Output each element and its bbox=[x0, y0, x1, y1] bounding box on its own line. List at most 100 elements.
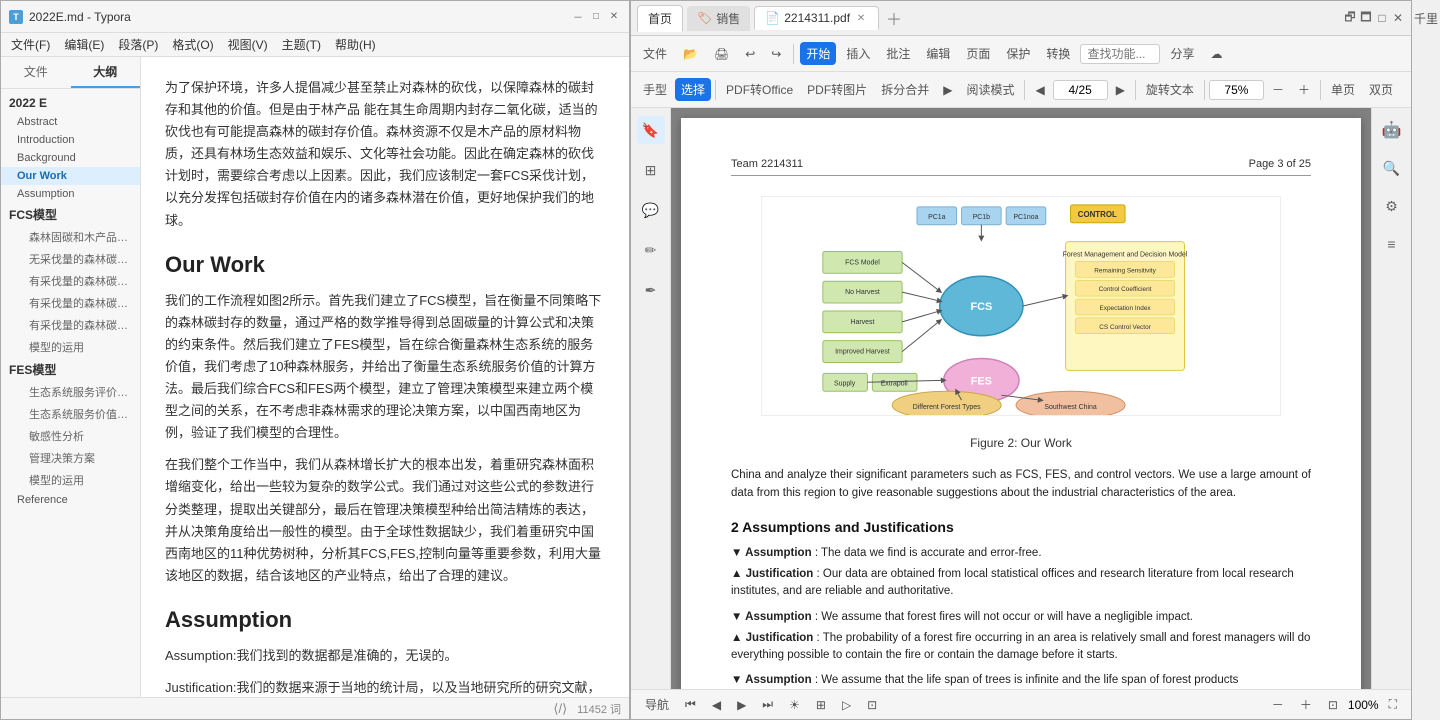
new-tab-button[interactable]: ＋ bbox=[883, 7, 905, 29]
toolbar-select[interactable]: 选择 bbox=[675, 78, 711, 101]
toolbar-prev-page[interactable]: ◀ bbox=[1029, 80, 1050, 100]
maximize-button[interactable]: □ bbox=[589, 10, 603, 24]
toolbar-start[interactable]: 开始 bbox=[800, 42, 836, 65]
view-icon3[interactable]: ▷ bbox=[836, 696, 857, 714]
sidebar-item-fcs-2[interactable]: 无采伐量的森林碳库计算 bbox=[1, 248, 140, 270]
toolbar-file[interactable]: 文件 bbox=[637, 42, 673, 65]
sidebar-item-abstract[interactable]: Abstract bbox=[1, 113, 140, 131]
sidebar-item-fcs[interactable]: FCS模型 bbox=[1, 203, 140, 226]
toolbar-pdf-image[interactable]: PDF转图片 bbox=[801, 78, 873, 101]
pdf-content[interactable]: Team 2214311 Page 3 of 25 PC1a PC1b PC1n… bbox=[671, 108, 1371, 689]
sidebar-tab-files[interactable]: 文件 bbox=[1, 57, 71, 88]
toolbar-rotate[interactable]: 旋转文本 bbox=[1140, 78, 1200, 101]
toolbar-comment[interactable]: 批注 bbox=[880, 42, 916, 65]
status-zoom-out[interactable]: － bbox=[1266, 694, 1290, 715]
sidebar-item-fcs-6[interactable]: 模型的运用 bbox=[1, 336, 140, 358]
sidebar-item-background[interactable]: Background bbox=[1, 149, 140, 167]
toolbar-next-page-top[interactable]: ▶ bbox=[1110, 80, 1131, 100]
toolbar-convert[interactable]: 转换 bbox=[1040, 42, 1076, 65]
sidebar-tab-outline[interactable]: 大纲 bbox=[71, 57, 141, 88]
panel-thumbnail-icon[interactable]: ⊞ bbox=[637, 156, 665, 184]
toolbar-sep2 bbox=[715, 80, 716, 100]
pdf-minimize[interactable]: 🗗 bbox=[1343, 11, 1357, 25]
pdf-maximize[interactable]: □ bbox=[1375, 11, 1389, 25]
code-view-icon[interactable]: ⟨/⟩ bbox=[553, 701, 567, 717]
close-button[interactable]: ✕ bbox=[607, 10, 621, 24]
toolbar-read[interactable]: 阅读模式 bbox=[960, 78, 1020, 101]
toolbar-share[interactable]: 分享 bbox=[1164, 42, 1200, 65]
menu-edit[interactable]: 编辑(E) bbox=[58, 34, 110, 55]
menu-theme[interactable]: 主题(T) bbox=[276, 34, 327, 55]
toolbar-edit[interactable]: 编辑 bbox=[920, 42, 956, 65]
nav-prev[interactable]: ◀ bbox=[706, 696, 727, 714]
menu-paragraph[interactable]: 段落(P) bbox=[112, 34, 164, 55]
toolbar-protect[interactable]: 保护 bbox=[1000, 42, 1036, 65]
pdf-tab-sale[interactable]: 🏷 销售 bbox=[687, 6, 750, 31]
toolbar-single[interactable]: 单页 bbox=[1325, 78, 1361, 101]
toolbar-cloud[interactable]: ☁ bbox=[1204, 44, 1228, 64]
menu-file[interactable]: 文件(F) bbox=[5, 34, 56, 55]
sidebar-item-fes-3[interactable]: 敏感性分析 bbox=[1, 425, 140, 447]
sidebar-item-assumption[interactable]: Assumption bbox=[1, 185, 140, 203]
sidebar-item-fcs-3[interactable]: 有采伐量的森林碳库计算 bbox=[1, 270, 140, 292]
sidebar-item-fes-2[interactable]: 生态系统服务价值综合评价 bbox=[1, 403, 140, 425]
nav-label[interactable]: 导航 bbox=[639, 694, 675, 715]
sidebar-item-fes-5[interactable]: 模型的运用 bbox=[1, 469, 140, 491]
pdf-para1: China and analyze their significant para… bbox=[731, 466, 1311, 503]
menu-help[interactable]: 帮助(H) bbox=[329, 34, 382, 55]
status-fit[interactable]: ⊡ bbox=[1322, 696, 1344, 714]
toolbar-page[interactable]: 页面 bbox=[960, 42, 996, 65]
status-fullscreen[interactable]: ⛶ bbox=[1383, 695, 1403, 714]
menu-view[interactable]: 视图(V) bbox=[222, 34, 274, 55]
statusbar-right: － ＋ ⊡ 100% ⛶ bbox=[1266, 694, 1403, 715]
toolbar-open[interactable]: 📂 bbox=[677, 44, 704, 64]
sidebar-item-reference[interactable]: Reference bbox=[1, 491, 140, 509]
toolbar-double[interactable]: 双页 bbox=[1363, 78, 1399, 101]
sidebar-item-fes-4[interactable]: 管理决策方案 bbox=[1, 447, 140, 469]
toolbar-pdf-office[interactable]: PDF转Office bbox=[720, 78, 799, 101]
search-input[interactable] bbox=[1080, 44, 1160, 64]
pdf-close[interactable]: ✕ bbox=[1391, 11, 1405, 25]
toolbar-undo[interactable]: ↩ bbox=[739, 44, 761, 64]
toolbar-play[interactable]: ▶ bbox=[937, 80, 958, 100]
sidebar-item-fcs-1[interactable]: 森林固碳和木产品固碳结构 bbox=[1, 226, 140, 248]
pdf-restore[interactable]: 🗖 bbox=[1359, 11, 1373, 25]
pdf-tab-close[interactable]: ✕ bbox=[854, 11, 868, 25]
right-panel-ai-icon[interactable]: 🤖 bbox=[1378, 116, 1406, 144]
nav-first[interactable]: ⏮ bbox=[679, 695, 702, 714]
sidebar-item-introduction[interactable]: Introduction bbox=[1, 131, 140, 149]
nav-last[interactable]: ⏭ bbox=[756, 695, 779, 714]
sidebar-item-fes[interactable]: FES模型 bbox=[1, 358, 140, 381]
toolbar-insert[interactable]: 插入 bbox=[840, 42, 876, 65]
toolbar-print[interactable]: 🖨 bbox=[708, 44, 735, 64]
panel-comment-icon[interactable]: 💬 bbox=[637, 196, 665, 224]
typora-editor[interactable]: 为了保护环境，许多人提倡减少甚至禁止对森林的砍伐，以保障森林的碳封存和其他的价值… bbox=[141, 57, 629, 697]
right-panel-tools-icon[interactable]: ⚙ bbox=[1378, 192, 1406, 220]
panel-signature-icon[interactable]: ✒ bbox=[637, 276, 665, 304]
view-icon4[interactable]: ⊡ bbox=[861, 696, 883, 714]
toolbar-redo[interactable]: ↪ bbox=[765, 44, 787, 64]
sidebar-item-fcs-5[interactable]: 有采伐量的森林碳库计算改进 bbox=[1, 314, 140, 336]
sidebar-item-fes-1[interactable]: 生态系统服务评价指标 bbox=[1, 381, 140, 403]
panel-annotation-icon[interactable]: ✏ bbox=[637, 236, 665, 264]
toolbar-hand[interactable]: 手型 bbox=[637, 78, 673, 101]
view-icon2[interactable]: ⊞ bbox=[810, 696, 832, 714]
panel-bookmark-icon[interactable]: 🔖 bbox=[637, 116, 665, 144]
minimize-button[interactable]: － bbox=[571, 10, 585, 24]
status-zoom-in[interactable]: ＋ bbox=[1294, 694, 1318, 715]
right-panel-search-icon[interactable]: 🔍 bbox=[1378, 154, 1406, 182]
right-panel-settings-icon[interactable]: ≡ bbox=[1378, 230, 1406, 258]
nav-next[interactable]: ▶ bbox=[731, 696, 752, 714]
pdf-tab-file[interactable]: 📄 2214311.pdf ✕ bbox=[754, 6, 879, 30]
sidebar-item-fcs-4[interactable]: 有采伐量的森林碳库更优的条件 bbox=[1, 292, 140, 314]
toolbar-split[interactable]: 拆分合并 bbox=[875, 78, 935, 101]
menu-format[interactable]: 格式(O) bbox=[166, 34, 219, 55]
zoom-out-btn[interactable]: － bbox=[1266, 78, 1290, 101]
sidebar-item-2022e[interactable]: 2022 E bbox=[1, 93, 140, 113]
zoom-in-btn[interactable]: ＋ bbox=[1292, 78, 1316, 101]
pdf-tab-home[interactable]: 首页 bbox=[637, 5, 683, 32]
flow-diagram-svg: PC1a PC1b PC1noa CONTROL FCS Model bbox=[762, 197, 1280, 415]
team-label: Team 2214311 bbox=[731, 158, 803, 170]
sidebar-item-ourwork[interactable]: Our Work bbox=[1, 167, 140, 185]
view-icon1[interactable]: ☀ bbox=[783, 696, 806, 714]
